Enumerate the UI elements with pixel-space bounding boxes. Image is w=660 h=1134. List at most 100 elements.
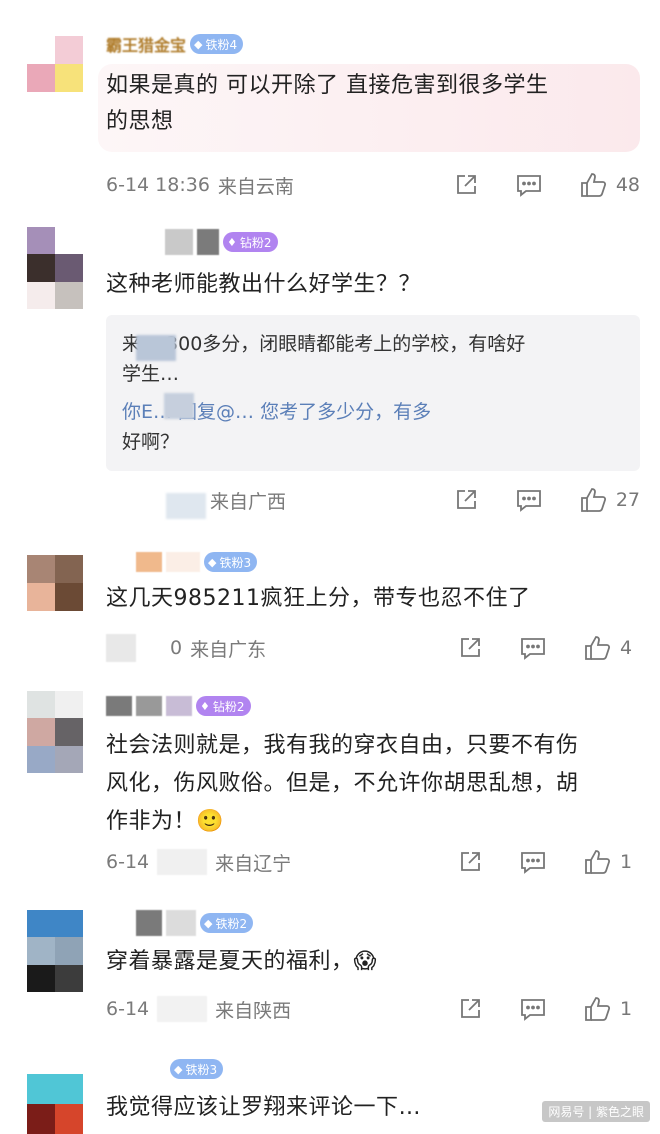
- comment-text-line: 穿着暴露是夏天的福利，😱: [106, 949, 377, 974]
- avatar[interactable]: [27, 555, 83, 611]
- avatar[interactable]: [27, 910, 83, 992]
- username-redacted-block: [166, 552, 200, 572]
- comment-text-line: 这几天985211疯狂上分，带专也忍不住了: [106, 586, 531, 611]
- badge-label: 铁粉3: [185, 1062, 218, 1077]
- comment-button[interactable]: [516, 488, 542, 512]
- like-icon: [585, 636, 611, 660]
- comment-text: 社会法则就是，我有我的穿衣自由，只要不有伤 风化，伤风败俗。但是，不允许你胡思乱…: [106, 727, 636, 841]
- comment-icon: [521, 638, 545, 660]
- like-button[interactable]: 4: [584, 635, 640, 661]
- comment-icon: [516, 175, 541, 197]
- comment-text: 穿着暴露是夏天的福利，😱: [106, 944, 636, 980]
- avatar[interactable]: [27, 1074, 83, 1134]
- comment-meta: 6-14 来自辽宁: [106, 847, 291, 877]
- quoted-replies[interactable]: 来… 300多分，闭眼睛都能考上的学校，有啥好 学生… 你E… 回复@… 您考了…: [106, 315, 640, 519]
- watermark: 网易号 | 紫色之眼: [542, 1101, 650, 1122]
- avatar[interactable]: [27, 36, 83, 92]
- share-button[interactable]: [458, 636, 482, 660]
- comment-location: 来自广东: [190, 638, 267, 661]
- comment-item-2: ♦ 钻粉2 这种老师能教出什么好学生？？ 来… 300多分，闭眼睛都能考上的学校…: [0, 215, 660, 535]
- badge-label: 钻粉2: [239, 235, 272, 250]
- comment-button[interactable]: [520, 636, 546, 660]
- comment-meta: 6-14 来自陕西: [106, 994, 291, 1024]
- comment-item-4: ♦ 钻粉2 社会法则就是，我有我的穿衣自由，只要不有伤 风化，伤风败俗。但是，不…: [0, 675, 660, 890]
- comment-text-line: 如果是真的 可以开除了 直接危害到很多学生: [106, 73, 549, 98]
- comment-location: 来自广西: [210, 490, 287, 513]
- comment-item-3: ◆ 铁粉3 这几天985211疯狂上分，带专也忍不住了 0 来自广东 4: [0, 535, 660, 675]
- like-count: 48: [615, 174, 640, 196]
- like-button[interactable]: 1: [584, 849, 640, 875]
- comment-text-line: 作非为！🙂: [106, 809, 224, 834]
- comment-text-line: 风化，伤风败俗。但是，不允许你胡思乱想，胡: [106, 771, 579, 796]
- comment-text: 这几天985211疯狂上分，带专也忍不住了: [106, 581, 636, 617]
- comment-item-5: ◆ 铁粉2 穿着暴露是夏天的福利，😱 6-14 来自陕西 1: [0, 890, 660, 1040]
- like-icon: [585, 850, 611, 874]
- quote-line: 来… 300多分，闭眼睛都能考上的学校，有啥好: [122, 333, 526, 355]
- username[interactable]: 霸王猎金宝: [106, 32, 186, 56]
- comment-button[interactable]: [520, 850, 546, 874]
- share-button[interactable]: [458, 997, 482, 1021]
- username-redacted[interactable]: [106, 696, 132, 716]
- comment-item-1: 霸王猎金宝 ◆ 铁粉4 如果是真的 可以开除了 直接危害到很多学生 的思想 6-…: [0, 0, 660, 215]
- like-count: 1: [620, 851, 633, 873]
- username-row: ♦ 钻粉2: [106, 695, 251, 717]
- badge-label: 铁粉3: [219, 555, 252, 570]
- comment-text-line: 的思想: [106, 109, 174, 134]
- like-count: 4: [620, 637, 633, 659]
- share-button[interactable]: [458, 850, 482, 874]
- time-redacted: [106, 634, 136, 662]
- share-icon: [461, 638, 480, 657]
- comment-time: 6-14: [106, 851, 150, 873]
- username-row: 霸王猎金宝 ◆ 铁粉4: [106, 32, 244, 56]
- username-redacted-block: [165, 229, 193, 255]
- share-button[interactable]: [454, 488, 478, 512]
- quote-line: 学生…: [122, 363, 180, 385]
- comment-actions: 27: [454, 485, 640, 515]
- avatar[interactable]: [27, 691, 83, 773]
- username-redacted[interactable]: [106, 232, 161, 252]
- share-icon: [456, 490, 476, 509]
- username-row: ◆ 铁粉3: [106, 551, 258, 573]
- comment-actions: 4: [458, 633, 640, 663]
- username-redacted[interactable]: [106, 913, 132, 933]
- iron-gem-icon: ◆: [208, 555, 217, 569]
- fan-badge: ◆ 铁粉2: [200, 913, 254, 933]
- username-redacted-block: [166, 696, 192, 716]
- comment-meta: 来自广西: [106, 485, 286, 515]
- fan-badge: ♦ 钻粉2: [223, 232, 278, 252]
- username-row: ◆ 铁粉3: [106, 1058, 224, 1080]
- comment-meta: 6-14 18:36 来自云南: [106, 170, 294, 200]
- iron-gem-icon: ◆: [204, 916, 213, 930]
- username-redacted[interactable]: [106, 552, 132, 572]
- share-button[interactable]: [454, 173, 478, 197]
- fan-badge: ♦ 钻粉2: [196, 696, 251, 716]
- comment-time: 0: [170, 637, 183, 659]
- time-redacted: [157, 996, 208, 1022]
- comment-meta: 0 来自广东: [106, 633, 266, 663]
- comment-text-line: 这种老师能教出什么好学生？？: [106, 272, 422, 297]
- diamond-gem-icon: ♦: [200, 699, 210, 713]
- like-button[interactable]: 27: [580, 487, 640, 513]
- username-redacted-block: [136, 910, 162, 936]
- comment-icon: [521, 999, 545, 1021]
- avatar[interactable]: [27, 227, 83, 309]
- username-redacted[interactable]: [106, 1059, 166, 1079]
- comment-text-line: 社会法则就是，我有我的穿衣自由，只要不有伤: [106, 733, 579, 758]
- comment-icon: [521, 852, 545, 874]
- comment-button[interactable]: [520, 997, 546, 1021]
- username-row: ♦ 钻粉2: [106, 229, 278, 255]
- share-icon: [461, 999, 480, 1018]
- comment-location: 来自云南: [217, 175, 294, 198]
- reply-line: 好啊？: [122, 431, 180, 453]
- like-icon: [580, 173, 606, 197]
- like-button[interactable]: 1: [584, 996, 640, 1022]
- comment-time: 6-14 18:36: [106, 174, 210, 196]
- comment-time: 6-14: [106, 998, 150, 1020]
- comment-actions: 1: [458, 994, 640, 1024]
- like-button[interactable]: 48: [580, 172, 640, 198]
- comment-location: 来自陕西: [215, 999, 292, 1022]
- comment-button[interactable]: [516, 173, 542, 197]
- like-icon: [585, 997, 611, 1021]
- comment-actions: 1: [458, 847, 640, 877]
- comment-text: 这种老师能教出什么好学生？？: [106, 267, 636, 303]
